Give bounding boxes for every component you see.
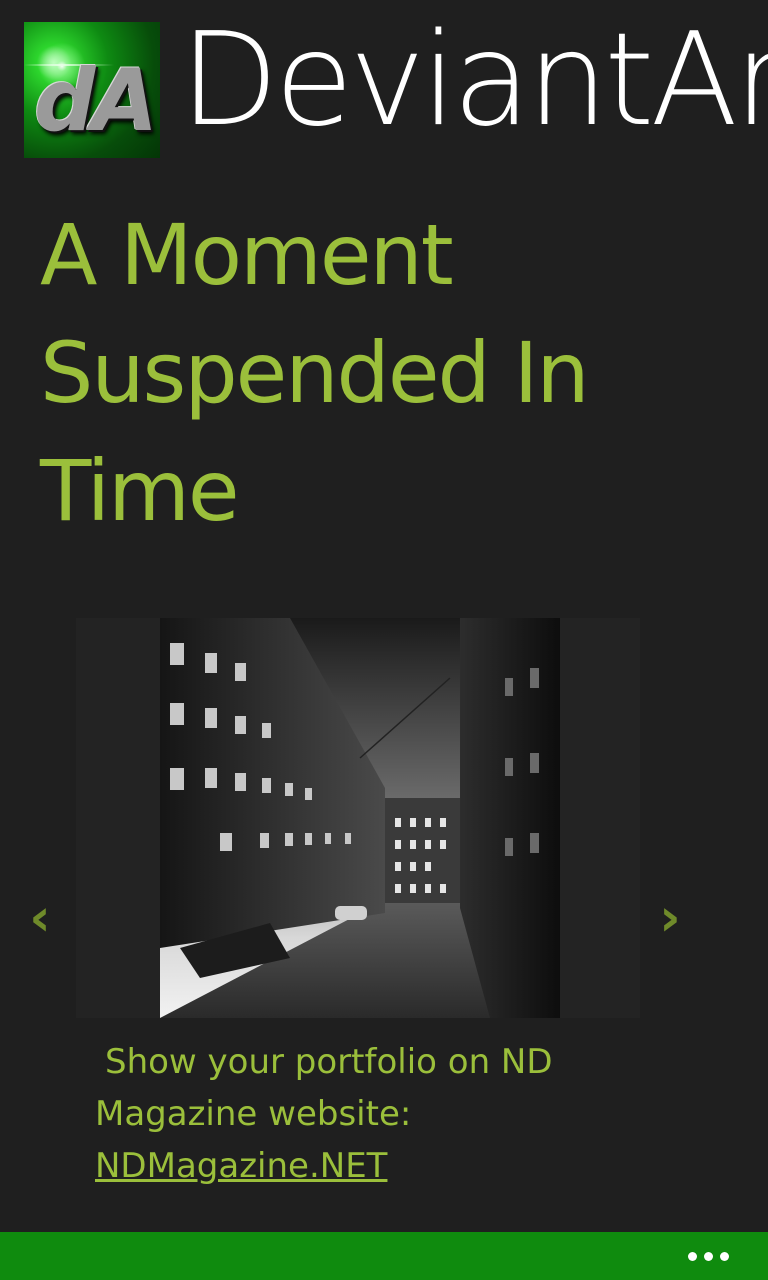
- ndmagazine-link[interactable]: NDMagazine.NET: [95, 1146, 387, 1186]
- description-line-1: Show your portfolio on ND: [105, 1042, 553, 1082]
- description-line-2: Magazine website:: [95, 1094, 412, 1134]
- article-title: A Moment Suspended In Time: [40, 206, 590, 540]
- chevron-right-icon[interactable]: ›: [650, 888, 690, 948]
- ellipsis-dot: [704, 1252, 713, 1261]
- chevron-left-icon[interactable]: ‹: [20, 888, 60, 948]
- deviantart-logo: dA: [24, 22, 160, 158]
- ellipsis-dot: [688, 1252, 697, 1261]
- ellipsis-dot: [720, 1252, 729, 1261]
- app-page: dA DeviantArt A Moment Suspended In Time: [0, 0, 768, 1280]
- artwork-image[interactable]: [160, 618, 560, 1018]
- ellipsis-icon[interactable]: [688, 1246, 730, 1266]
- article-description: Show your portfolio on ND Magazine websi…: [95, 1036, 615, 1192]
- app-title: DeviantArt: [180, 6, 768, 155]
- header: dA DeviantArt: [0, 0, 768, 170]
- app-bar: [0, 1232, 768, 1280]
- logo-letters: dA: [34, 51, 158, 151]
